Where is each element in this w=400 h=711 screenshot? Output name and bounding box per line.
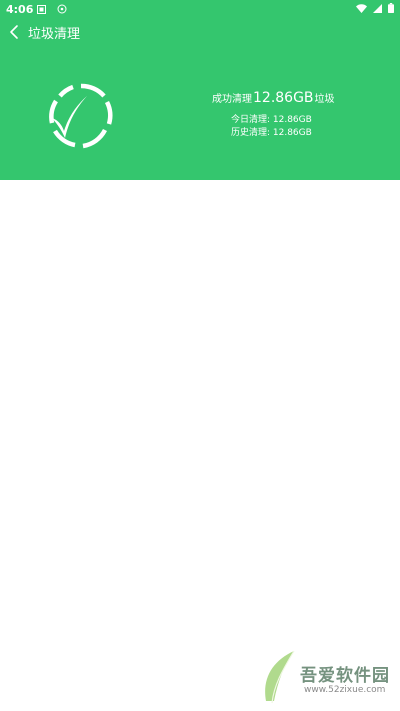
notification-circle-icon [57,4,67,14]
clean-summary: 成功清理 12.86GB 垃圾 [212,90,335,106]
wifi-icon [356,3,367,16]
page-title: 垃圾清理 [28,27,81,42]
watermark-url: www.52zixue.com [304,685,386,695]
today-cleaned: 今日清理: 12.86GB [231,115,312,125]
header-panel: 4:06 垃圾清理 成功清理 12.86GB 垃圾 今日清理: 12.86GB … [0,0,400,180]
battery-icon [388,3,394,16]
clean-complete-icon [47,82,115,150]
signal-icon [373,3,382,16]
chevron-left-icon[interactable] [8,24,22,40]
watermark-title: 吾爱软件园 [300,666,390,686]
app-bar: 垃圾清理 [0,20,400,44]
result-prefix: 成功清理 [212,94,252,105]
result-size: 12.86GB [253,90,314,106]
watermark: 吾爱软件园 www.52zixue.com [260,641,400,711]
status-time: 4:06 [6,3,34,16]
clean-result-line: 成功清理 12.86GB 垃圾 [212,90,335,106]
notification-box-icon [37,4,46,14]
history-cleaned: 历史清理: 12.86GB [231,128,312,138]
leaf-logo-icon [260,641,300,707]
status-icons [356,3,394,16]
result-suffix: 垃圾 [314,94,335,105]
status-bar: 4:06 [0,0,400,20]
